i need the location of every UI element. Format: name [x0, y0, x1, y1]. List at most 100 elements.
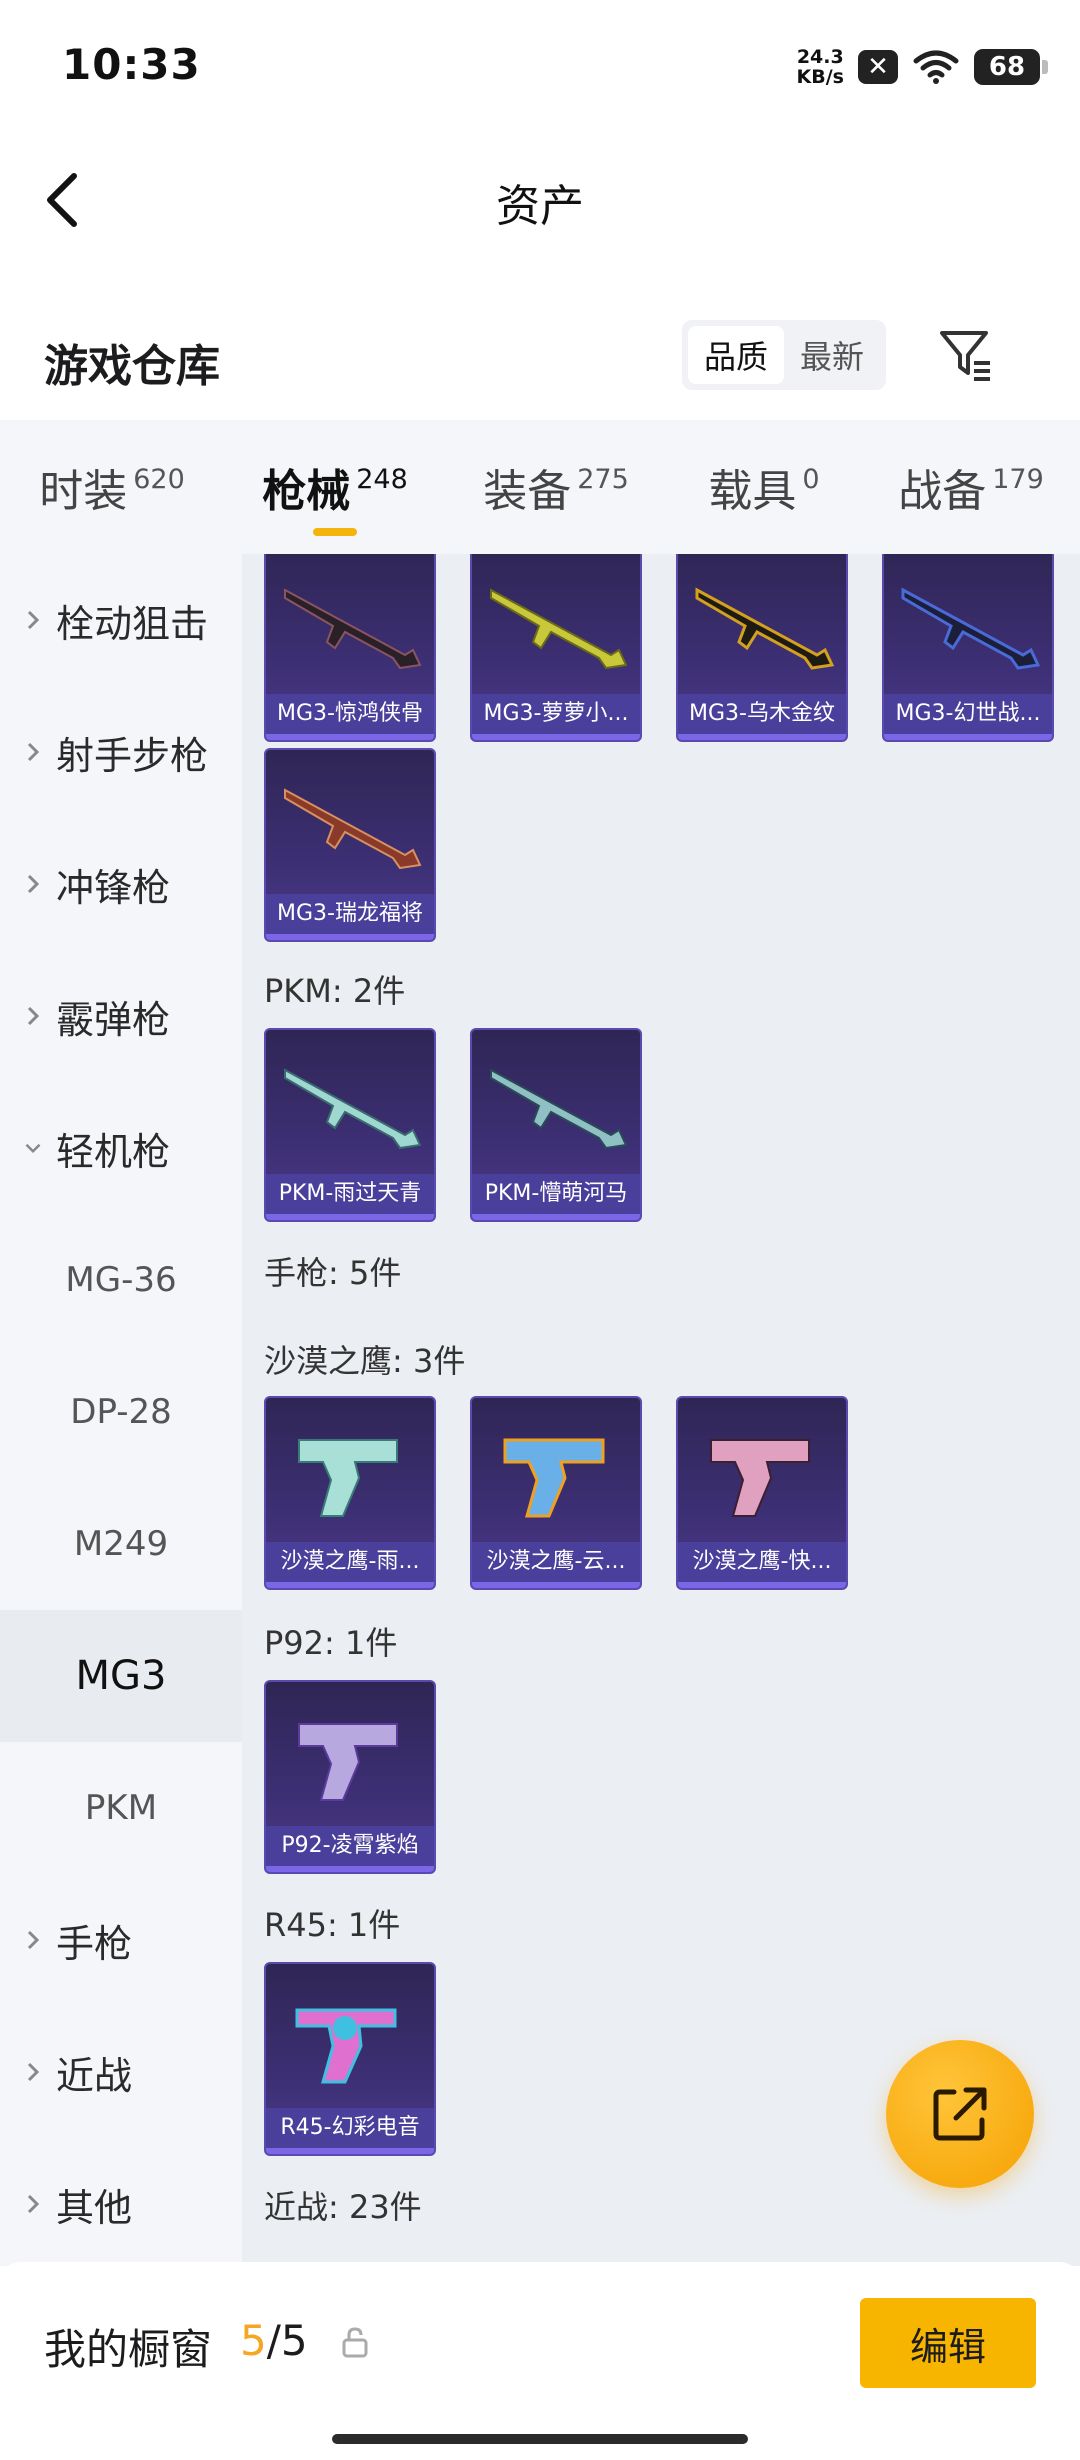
battery-level: 68 [988, 52, 1026, 82]
group-header-p92: P92: 1件 [264, 1624, 398, 1662]
tab-combat-prep[interactable]: 战备 179 [862, 420, 1080, 554]
group-header-pkm: PKM: 2件 [264, 972, 406, 1010]
sidebar-sub-mg3[interactable]: MG3 [0, 1610, 242, 1742]
sidebar-item-smg[interactable]: 冲锋枪 [0, 818, 242, 950]
pistol-icon [266, 1398, 434, 1548]
sidebar-item-label: 栓动狙击 [56, 601, 209, 646]
item-card[interactable]: MG3-惊鸿侠骨 [264, 554, 436, 742]
group-header-melee: 近战: 23件 [264, 2188, 422, 2226]
sidebar-item-melee[interactable]: 近战 [0, 2006, 242, 2138]
item-card[interactable]: MG3-萝萝小... [470, 554, 642, 742]
sidebar-item-other[interactable]: 其他 [0, 2138, 242, 2270]
showcase-title: 我的橱窗 [44, 2325, 213, 2374]
item-name: PKM-懵萌河马 [472, 1174, 640, 1214]
tab-count: 620 [133, 463, 185, 495]
showcase-separator: / [266, 2316, 281, 2365]
nav-bar: 资产 [0, 140, 1080, 260]
tab-count: 179 [992, 463, 1044, 495]
rifle-icon [266, 1030, 434, 1180]
chevron-right-icon [24, 1004, 42, 1028]
chevron-right-icon [24, 740, 42, 764]
item-card[interactable]: P92-凌霄紫焰 [264, 1680, 436, 1874]
sort-quality-button[interactable]: 品质 [688, 326, 784, 384]
showcase-total: 5 [280, 2316, 308, 2365]
tab-label: 枪械 [262, 466, 351, 517]
group-header-deagle: 沙漠之鹰: 3件 [264, 1342, 466, 1380]
item-name: P92-凌霄紫焰 [266, 1826, 434, 1866]
item-card[interactable]: PKM-懵萌河马 [470, 1028, 642, 1222]
tab-label: 时装 [39, 466, 128, 517]
warehouse-header: 游戏仓库 品质 最新 [0, 300, 1080, 420]
item-name: MG3-幻世战... [884, 694, 1052, 734]
sort-newest-button[interactable]: 最新 [784, 326, 880, 384]
item-name: 沙漠之鹰-云... [472, 1542, 640, 1582]
sidebar: 栓动狙击 射手步枪 冲锋枪 霰弹枪 轻机枪 MG-36 DP-28 M249 M… [0, 554, 242, 2266]
revolver-icon [266, 1964, 434, 2114]
category-tabs: 时装 620 枪械 248 装备 275 载具 0 战备 179 [0, 420, 1080, 554]
item-card[interactable]: MG3-幻世战... [882, 554, 1054, 742]
tab-count: 248 [356, 463, 408, 495]
lock-icon [342, 2327, 368, 2358]
net-speed-unit: KB/s [796, 66, 844, 88]
item-name: MG3-惊鸿侠骨 [266, 694, 434, 734]
sidebar-item-label: 射手步枪 [56, 733, 209, 778]
net-speed-value: 24.3 [796, 46, 844, 68]
sidebar-sub-pkm[interactable]: PKM [0, 1742, 242, 1874]
filter-icon [940, 331, 990, 381]
item-name: R45-幻彩电音 [266, 2108, 434, 2148]
rifle-icon [266, 750, 434, 900]
rifle-icon [472, 1030, 640, 1180]
tab-fashion[interactable]: 时装 620 [0, 420, 224, 554]
chevron-right-icon [24, 608, 42, 632]
tab-equipment[interactable]: 装备 275 [446, 420, 666, 554]
item-name: 沙漠之鹰-快... [678, 1542, 846, 1582]
status-time: 10:33 [62, 40, 201, 89]
sidebar-item-label: 冲锋枪 [56, 865, 171, 910]
group-header-pistol: 手枪: 5件 [264, 1254, 402, 1292]
close-box-icon: ✕ [858, 50, 898, 84]
rifle-icon [884, 554, 1052, 700]
item-card[interactable]: 沙漠之鹰-雨... [264, 1396, 436, 1590]
edit-button[interactable]: 编辑 [860, 2298, 1036, 2388]
tab-vehicles[interactable]: 载具 0 [666, 420, 862, 554]
item-card[interactable]: R45-幻彩电音 [264, 1962, 436, 2156]
item-name: MG3-乌木金纹 [678, 694, 846, 734]
sidebar-item-shotgun[interactable]: 霰弹枪 [0, 950, 242, 1082]
tab-count: 275 [577, 463, 629, 495]
page-title: 资产 [496, 181, 584, 232]
chevron-down-icon [24, 1136, 42, 1160]
sidebar-item-bolt-sniper[interactable]: 栓动狙击 [0, 554, 242, 686]
item-card[interactable]: MG3-乌木金纹 [676, 554, 848, 742]
item-name: MG3-萝萝小... [472, 694, 640, 734]
share-button[interactable] [886, 2040, 1034, 2188]
sidebar-item-label: 近战 [56, 2053, 133, 2098]
sidebar-sub-mg36[interactable]: MG-36 [0, 1214, 242, 1346]
sidebar-item-pistol[interactable]: 手枪 [0, 1874, 242, 2006]
tab-guns[interactable]: 枪械 248 [224, 420, 446, 554]
tab-active-indicator [313, 528, 357, 536]
chevron-right-icon [24, 1928, 42, 1952]
sidebar-item-lmg[interactable]: 轻机枪 [0, 1082, 242, 1214]
item-name: 沙漠之鹰-雨... [266, 1542, 434, 1582]
item-card[interactable]: 沙漠之鹰-云... [470, 1396, 642, 1590]
sidebar-item-label: 手枪 [56, 1921, 133, 1966]
pistol-icon [472, 1398, 640, 1548]
showcase-used: 5 [240, 2316, 267, 2365]
wifi-icon [913, 50, 959, 84]
item-name: MG3-瑞龙福将 [266, 894, 434, 934]
sidebar-item-marksman-rifle[interactable]: 射手步枪 [0, 686, 242, 818]
filter-button[interactable] [934, 322, 998, 388]
sort-toggle: 品质 最新 [682, 320, 886, 390]
chevron-right-icon [24, 872, 42, 896]
chevron-right-icon [24, 2060, 42, 2084]
item-card[interactable]: 沙漠之鹰-快... [676, 1396, 848, 1590]
tab-label: 载具 [708, 466, 797, 517]
item-name: PKM-雨过天青 [266, 1174, 434, 1214]
status-icons: 24.3 KB/s ✕ 68 [796, 42, 1048, 92]
home-indicator[interactable] [332, 2434, 748, 2444]
tab-count: 0 [802, 463, 820, 495]
sidebar-sub-m249[interactable]: M249 [0, 1478, 242, 1610]
sidebar-sub-dp28[interactable]: DP-28 [0, 1346, 242, 1478]
item-card[interactable]: MG3-瑞龙福将 [264, 748, 436, 942]
item-card[interactable]: PKM-雨过天青 [264, 1028, 436, 1222]
